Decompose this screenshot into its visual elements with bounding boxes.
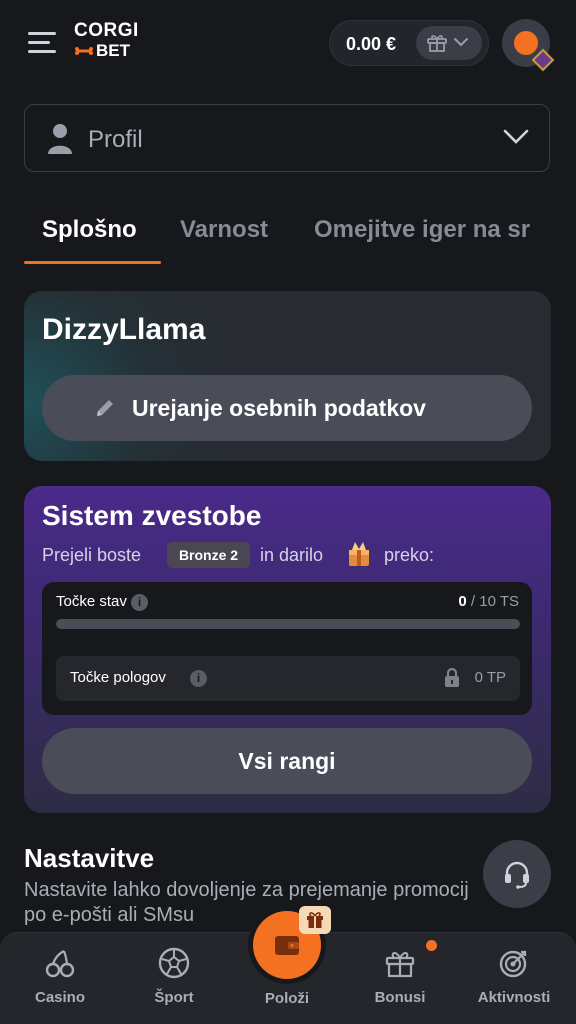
logo-text-top: CORGI xyxy=(74,20,139,41)
profile-dropdown[interactable]: Profil xyxy=(24,104,550,172)
deposit-points-row: Točke pologov i 0 TP xyxy=(56,656,520,701)
profile-dropdown-label: Profil xyxy=(88,126,143,153)
deposit-gift-badge xyxy=(299,906,331,934)
loyalty-card: Sistem zvestobe Prejeli boste Bronze 2 i… xyxy=(24,486,551,813)
headset-icon xyxy=(505,861,529,889)
active-tab-indicator xyxy=(24,261,161,264)
rank-badge: Bronze 2 xyxy=(167,542,250,568)
target-icon xyxy=(499,950,527,978)
person-icon xyxy=(48,124,72,154)
menu-icon[interactable] xyxy=(28,32,56,54)
bet-points-label: Točke stav xyxy=(56,593,127,610)
chevron-down-icon xyxy=(454,38,468,47)
tab-general[interactable]: Splošno xyxy=(42,216,137,244)
gift-icon xyxy=(385,952,415,978)
tab-game-limits[interactable]: Omejitve iger na sr xyxy=(314,216,530,244)
nav-bonus-label: Bonusi xyxy=(374,989,426,1006)
bet-points-total: / 10 TS xyxy=(470,593,519,610)
nav-deposit-label: Položi xyxy=(264,990,310,1007)
support-button[interactable] xyxy=(483,840,551,908)
loyalty-title: Sistem zvestobe xyxy=(42,500,262,531)
tab-security[interactable]: Varnost xyxy=(180,216,268,244)
nav-casino[interactable]: Casino xyxy=(10,947,110,1017)
nav-activity-label: Aktivnosti xyxy=(477,989,551,1006)
chevron-down-icon xyxy=(503,129,529,144)
bet-points-value-wrap: 0 / 10 TS xyxy=(458,593,519,610)
soccer-ball-icon xyxy=(158,947,190,979)
settings-title: Nastavitve xyxy=(24,843,155,873)
loyalty-text-middle: in darilo xyxy=(260,545,324,565)
edit-personal-data-label: Urejanje osebnih podatkov xyxy=(132,395,426,421)
rank-badge-icon xyxy=(531,48,555,72)
gift-icon xyxy=(427,35,447,52)
all-ranks-button[interactable]: Vsi rangi xyxy=(42,728,532,794)
loyalty-text-after: preko: xyxy=(384,545,435,565)
info-icon[interactable]: i xyxy=(190,670,207,687)
gift-dropdown[interactable] xyxy=(416,26,482,60)
nav-casino-label: Casino xyxy=(34,989,85,1006)
avatar[interactable] xyxy=(502,19,555,72)
deposit-points-label: Točke pologov xyxy=(70,669,166,686)
logo-text-bottom: BET xyxy=(96,41,130,60)
balance-button[interactable]: 0.00 € xyxy=(329,20,489,66)
cherry-icon xyxy=(45,950,75,978)
gift-box-icon xyxy=(349,542,369,566)
bet-points-progress-bar xyxy=(56,619,520,629)
bonus-notification-dot xyxy=(426,940,437,951)
nav-bonus[interactable]: Bonusi xyxy=(350,947,450,1017)
bone-icon xyxy=(75,47,93,55)
top-header: CORGI BET 0.00 € xyxy=(0,0,576,86)
loyalty-text-before: Prejeli boste xyxy=(42,545,142,565)
info-icon[interactable]: i xyxy=(131,594,148,611)
corgi-avatar-icon xyxy=(514,31,538,55)
user-card: DizzyLlama Urejanje osebnih podatkov xyxy=(24,291,551,461)
bet-points-value: 0 xyxy=(458,593,467,610)
deposit-points-value: 0 TP xyxy=(474,669,506,686)
nav-sport[interactable]: Šport xyxy=(124,947,224,1017)
gift-icon xyxy=(307,912,323,928)
nav-sport-label: Šport xyxy=(154,989,194,1006)
pencil-icon xyxy=(97,400,113,416)
edit-personal-data-button[interactable]: Urejanje osebnih podatkov xyxy=(42,375,532,441)
lock-icon xyxy=(445,668,459,687)
wallet-icon xyxy=(275,936,299,955)
balance-amount: 0.00 € xyxy=(346,34,397,54)
loyalty-reward-line: Prejeli boste Bronze 2 in darilo preko: xyxy=(42,542,542,572)
settings-description: Nastavite lahko dovoljenje za prejemanje… xyxy=(24,879,469,926)
corgibet-logo[interactable]: CORGI BET xyxy=(72,20,152,64)
nav-activity[interactable]: Aktivnosti xyxy=(464,947,564,1017)
username: DizzyLlama xyxy=(42,313,206,346)
points-box: Točke stav i 0 / 10 TS Točke pologov i 0… xyxy=(42,582,532,715)
profile-tabs: Splošno Varnost Omejitve iger na sr xyxy=(24,210,576,266)
